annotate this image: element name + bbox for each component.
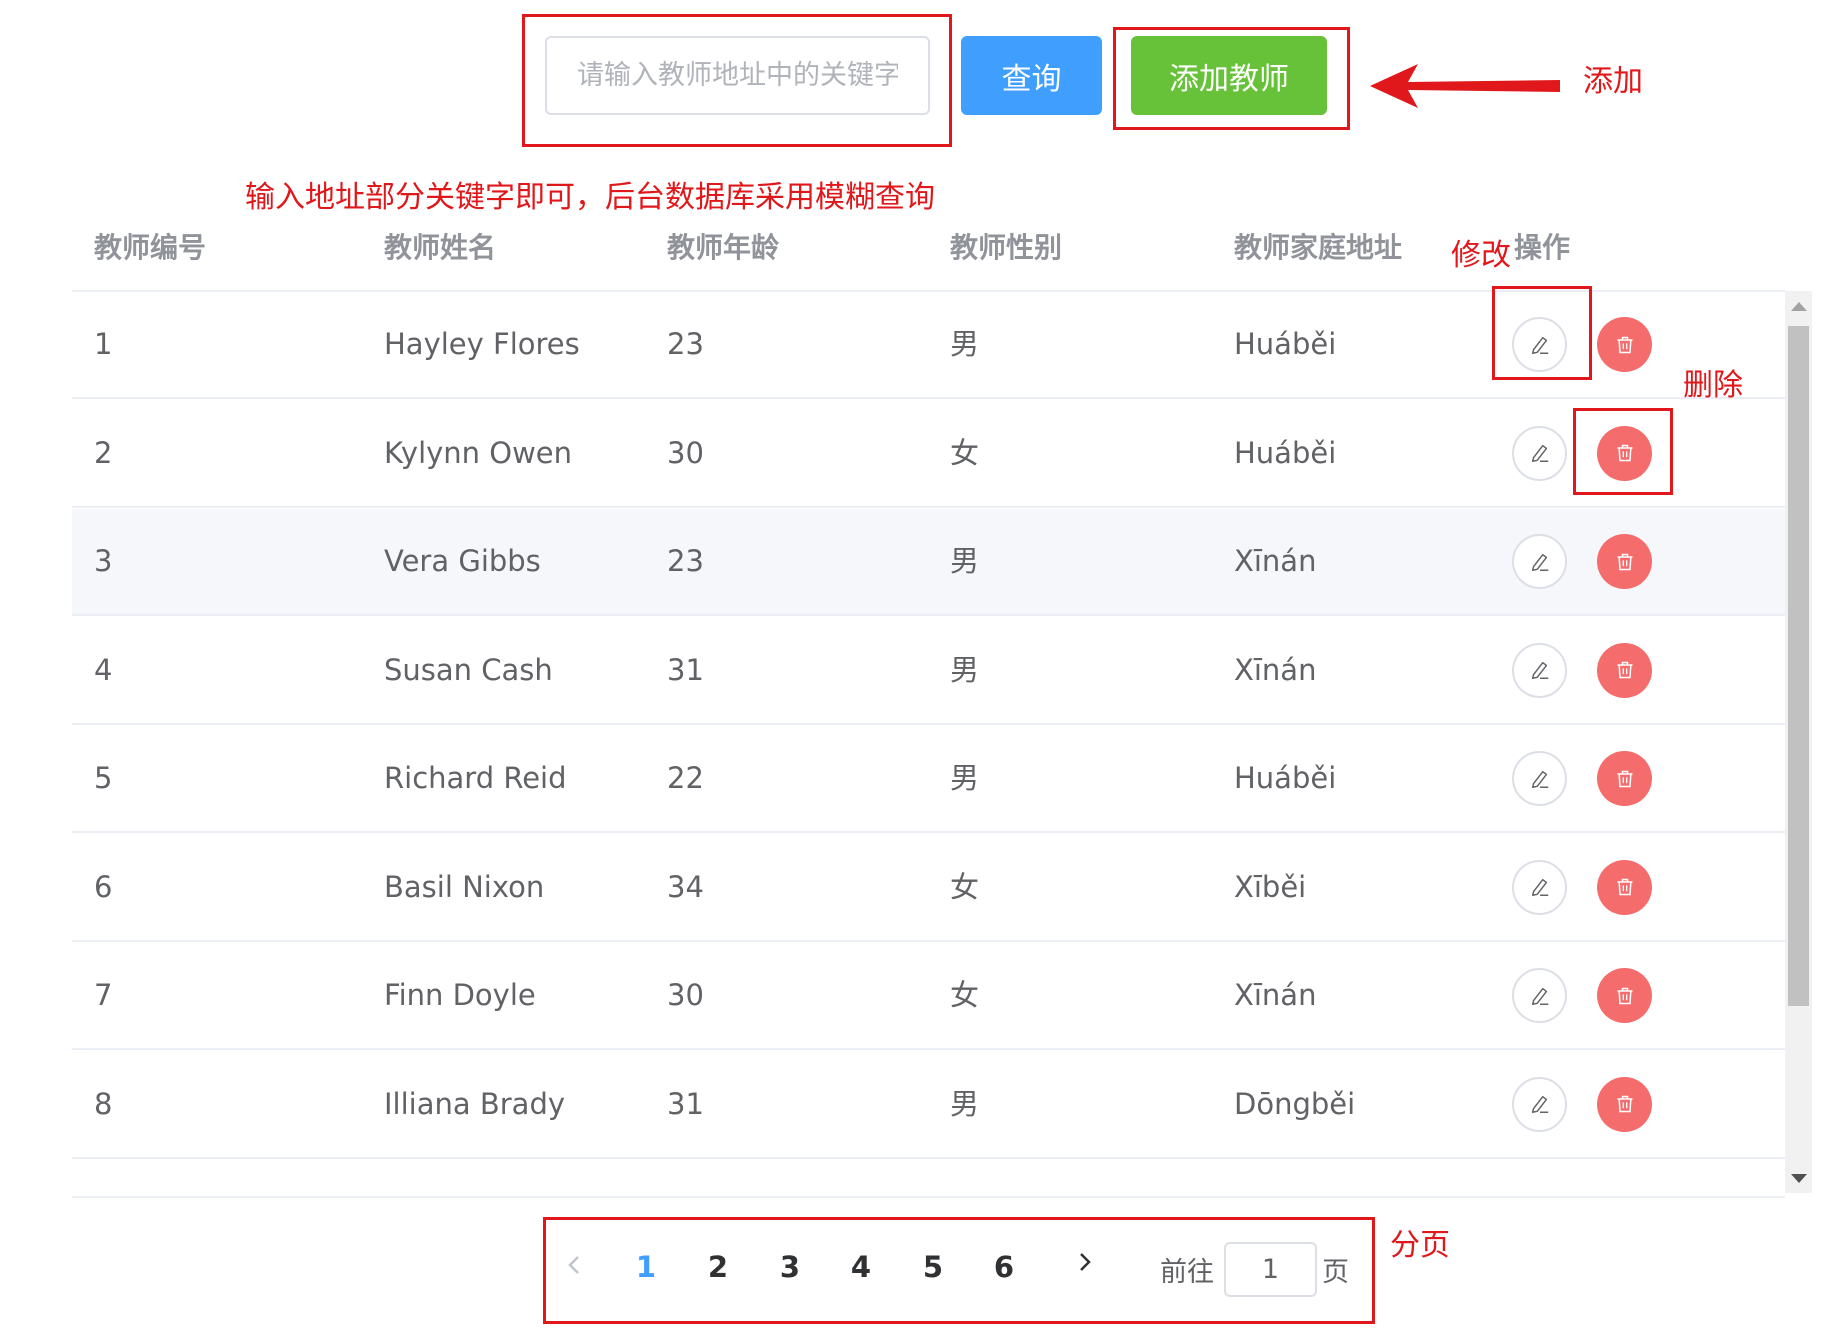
- trash-icon: [1617, 661, 1632, 679]
- table-row: 2 Kylynn Owen 30 女 Huáběi: [72, 401, 1785, 508]
- cell-teacher-address: Huáběi: [1234, 327, 1337, 361]
- cell-teacher-age: 23: [667, 544, 704, 578]
- delete-button[interactable]: [1597, 751, 1652, 806]
- cell-teacher-id: 1: [94, 327, 113, 361]
- table-row: 4 Susan Cash 31 男 Xīnán: [72, 618, 1785, 725]
- edit-button[interactable]: [1512, 425, 1567, 481]
- trash-icon: [1617, 553, 1632, 570]
- cell-teacher-name: Vera Gibbs: [384, 544, 541, 578]
- scroll-up-arrow-icon[interactable]: [1791, 302, 1807, 311]
- header-teacher-age: 教师年龄: [667, 231, 780, 264]
- edit-button[interactable]: [1512, 751, 1567, 806]
- edit-button[interactable]: [1512, 642, 1567, 698]
- cell-teacher-name: Basil Nixon: [384, 869, 545, 904]
- cell-teacher-gender: 男: [950, 761, 980, 795]
- trash-icon: [1617, 987, 1632, 1004]
- trash-icon: [1617, 1095, 1632, 1113]
- cell-teacher-id: 3: [94, 544, 113, 578]
- cell-teacher-age: 23: [667, 327, 704, 361]
- table-row: 3 Vera Gibbs 23 男 Xīnán: [72, 509, 1785, 616]
- scrollbar-thumb[interactable]: [1788, 326, 1809, 1006]
- cell-teacher-age: 34: [667, 869, 704, 904]
- cell-teacher-gender: 女: [950, 869, 980, 904]
- header-teacher-address: 教师家庭地址: [1234, 231, 1403, 264]
- cell-teacher-gender: 男: [950, 544, 980, 578]
- cell-teacher-age: 31: [667, 652, 704, 687]
- delete-button[interactable]: [1597, 1076, 1652, 1132]
- cell-teacher-gender: 女: [950, 978, 980, 1012]
- search-button[interactable]: 查询: [961, 36, 1102, 115]
- cell-teacher-address: Xīnán: [1234, 544, 1317, 578]
- annotation-edit-text: 修改: [1451, 238, 1511, 273]
- trash-icon: [1617, 770, 1632, 787]
- header-actions: 操作: [1514, 231, 1571, 264]
- edit-pencil-icon: [1531, 987, 1548, 1005]
- annotation-box-delete: [1573, 408, 1673, 495]
- header-teacher-name: 教师姓名: [384, 231, 497, 264]
- cell-teacher-address: Huáběi: [1234, 435, 1337, 470]
- edit-button[interactable]: [1512, 534, 1567, 589]
- edit-pencil-icon: [1531, 1095, 1548, 1113]
- annotation-pagination-text: 分页: [1390, 1228, 1450, 1263]
- cell-teacher-address: Xīnán: [1234, 978, 1317, 1012]
- table-row: 8 Illiana Brady 31 男 Dōngběi: [72, 1052, 1785, 1159]
- cell-teacher-name: Finn Doyle: [384, 978, 536, 1012]
- header-teacher-id: 教师编号: [94, 231, 207, 264]
- edit-button[interactable]: [1512, 859, 1567, 915]
- edit-pencil-icon: [1531, 553, 1548, 571]
- annotation-add-text: 添加: [1583, 64, 1643, 99]
- cell-teacher-id: 7: [94, 978, 113, 1012]
- cell-teacher-id: 6: [94, 869, 113, 904]
- cell-teacher-gender: 男: [950, 652, 980, 687]
- annotation-delete-text: 删除: [1683, 368, 1743, 403]
- delete-button[interactable]: [1597, 317, 1652, 372]
- cell-teacher-address: Huáběi: [1234, 761, 1337, 795]
- edit-pencil-icon: [1531, 444, 1548, 462]
- cell-teacher-id: 5: [94, 761, 113, 795]
- cell-teacher-name: Richard Reid: [384, 761, 567, 795]
- cell-teacher-age: 22: [667, 761, 704, 795]
- header-teacher-gender: 教师性别: [950, 231, 1063, 264]
- cell-teacher-gender: 男: [950, 327, 980, 361]
- edit-pencil-icon: [1531, 661, 1548, 679]
- delete-button[interactable]: [1597, 968, 1652, 1023]
- cell-teacher-gender: 女: [950, 435, 980, 470]
- cell-teacher-address: Dōngběi: [1234, 1086, 1356, 1121]
- edit-pencil-icon: [1531, 770, 1548, 788]
- table-bottom-divider: [72, 1196, 1785, 1198]
- cell-teacher-id: 2: [94, 435, 113, 470]
- annotation-arrow-icon: [1370, 64, 1560, 108]
- cell-teacher-name: Susan Cash: [384, 652, 553, 687]
- edit-button[interactable]: [1512, 1076, 1567, 1132]
- table-row: 6 Basil Nixon 34 女 Xīběi: [72, 835, 1785, 942]
- cell-teacher-name: Hayley Flores: [384, 327, 580, 361]
- cell-teacher-gender: 男: [950, 1086, 980, 1121]
- edit-button[interactable]: [1512, 968, 1567, 1023]
- cell-teacher-address: Xīběi: [1234, 869, 1307, 904]
- delete-button[interactable]: [1597, 642, 1652, 698]
- trash-icon: [1617, 336, 1632, 353]
- cell-teacher-id: 4: [94, 652, 113, 687]
- cell-teacher-age: 30: [667, 435, 704, 470]
- cell-teacher-id: 8: [94, 1086, 113, 1121]
- search-button-label: 查询: [1001, 61, 1062, 97]
- trash-icon: [1617, 878, 1632, 896]
- cell-teacher-age: 30: [667, 978, 704, 1012]
- annotation-box-add: [1113, 27, 1350, 130]
- cell-teacher-name: Illiana Brady: [384, 1086, 566, 1121]
- annotation-box-search: [522, 14, 952, 147]
- table-row: 5 Richard Reid 22 男 Huáběi: [72, 726, 1785, 833]
- delete-button[interactable]: [1597, 859, 1652, 915]
- cell-teacher-age: 31: [667, 1086, 704, 1121]
- table-row: 7 Finn Doyle 30 女 Xīnán: [72, 943, 1785, 1050]
- cell-teacher-name: Kylynn Owen: [384, 435, 573, 470]
- annotation-box-edit: [1492, 286, 1592, 380]
- scroll-down-arrow-icon[interactable]: [1791, 1174, 1807, 1183]
- delete-button[interactable]: [1597, 534, 1652, 589]
- annotation-search-hint: 输入地址部分关键字即可，后台数据库采用模糊查询: [245, 180, 935, 215]
- edit-pencil-icon: [1531, 878, 1548, 896]
- cell-teacher-address: Xīnán: [1234, 652, 1317, 687]
- annotation-box-pagination: [543, 1217, 1375, 1324]
